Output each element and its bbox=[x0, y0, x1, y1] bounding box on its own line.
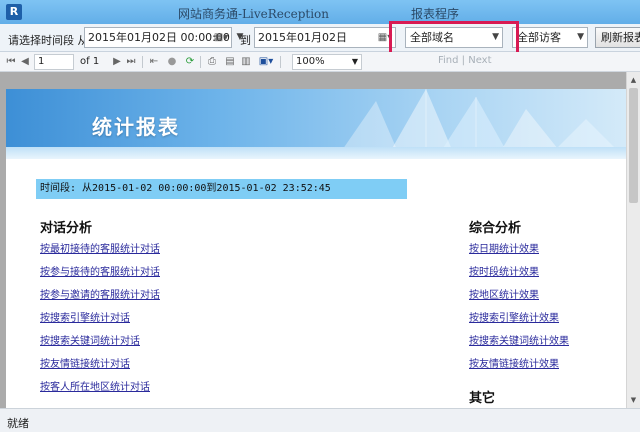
zoom-value: 100% bbox=[296, 56, 325, 67]
dialog-analysis-title: 对话分析 bbox=[40, 221, 93, 236]
print-icon[interactable]: ⎙ bbox=[206, 55, 218, 69]
banner-title: 统计报表 bbox=[92, 115, 180, 139]
overall-link[interactable]: 按时段统计效果 bbox=[469, 263, 539, 278]
dialog-link[interactable]: 按参与接待的客服统计对话 bbox=[40, 263, 160, 278]
overall-link[interactable]: 按日期统计效果 bbox=[469, 240, 539, 255]
report-page: 统计报表 时间段: 从2015-01-02 00:00:00到2015-01-0… bbox=[6, 89, 626, 408]
app-icon: R bbox=[6, 4, 22, 20]
overall-link[interactable]: 按搜索引擎统计效果 bbox=[469, 309, 559, 324]
scroll-thumb[interactable] bbox=[629, 88, 638, 203]
overall-analysis-title: 综合分析 bbox=[469, 221, 522, 236]
stop-icon[interactable]: ● bbox=[166, 55, 178, 69]
scroll-down-icon[interactable]: ▼ bbox=[627, 393, 640, 407]
separator bbox=[142, 56, 143, 68]
dialog-link[interactable]: 按友情链接统计对话 bbox=[40, 355, 130, 370]
separator bbox=[280, 56, 281, 68]
overall-link[interactable]: 按地区统计效果 bbox=[469, 286, 539, 301]
visitor-select-value: 全部访客 bbox=[517, 31, 561, 44]
dialog-link[interactable]: 按搜索引擎统计对话 bbox=[40, 309, 130, 324]
refresh-icon[interactable]: ⟳ bbox=[184, 55, 196, 69]
calendar-icon[interactable]: ▦▾ bbox=[213, 29, 229, 46]
visitor-select[interactable]: 全部访客 ▼ bbox=[512, 27, 588, 48]
find-next-links[interactable]: Find | Next bbox=[438, 55, 492, 66]
page-count: of 1 bbox=[80, 56, 100, 67]
refresh-report-button[interactable]: 刷新报表 bbox=[595, 27, 640, 48]
prev-page-icon[interactable]: ◀ bbox=[20, 55, 30, 69]
start-date-field[interactable]: 2015年01月02日 00:00:00 ▦▾ bbox=[84, 27, 232, 48]
banner-stripe bbox=[6, 147, 626, 159]
status-text: 就绪 bbox=[7, 417, 29, 430]
dialog-link[interactable]: 按参与邀请的客服统计对话 bbox=[40, 286, 160, 301]
title-bar: R 网站商务通-LiveReception 报表程序 bbox=[0, 0, 640, 24]
window-subtitle: 报表程序 bbox=[411, 7, 460, 21]
chevron-down-icon: ▼ bbox=[351, 57, 358, 66]
window-title: 网站商务通-LiveReception bbox=[178, 7, 329, 21]
report-banner: 统计报表 bbox=[6, 89, 626, 159]
dialog-link[interactable]: 按搜索关键词统计对话 bbox=[40, 332, 140, 347]
end-date-field[interactable]: 2015年01月02日 23:52:45 ▦▾ bbox=[254, 27, 396, 63]
dialog-link[interactable]: 按客人所在地区统计对话 bbox=[40, 378, 150, 393]
report-area: 统计报表 时间段: 从2015-01-02 00:00:00到2015-01-0… bbox=[0, 72, 640, 408]
scroll-up-icon[interactable]: ▲ bbox=[627, 73, 640, 87]
vertical-scrollbar[interactable]: ▲ ▼ bbox=[626, 72, 640, 408]
first-page-icon[interactable]: ⏮ bbox=[6, 55, 16, 69]
other-title: 其它 bbox=[469, 391, 496, 406]
viewer-toolbar: ⏮ ◀ 1 of 1 ▶ ⏭ ⇤ ● ⟳ ⎙ ▤ ▥ ▣▾ 100% ▼ Fin… bbox=[0, 52, 640, 72]
export-icon[interactable]: ▣▾ bbox=[258, 55, 274, 69]
overall-link[interactable]: 按友情链接统计效果 bbox=[469, 355, 559, 370]
start-date-value: 2015年01月02日 00:00:00 bbox=[88, 31, 230, 44]
zoom-select[interactable]: 100% ▼ bbox=[292, 54, 362, 70]
dialog-link[interactable]: 按最初接待的客服统计对话 bbox=[40, 240, 160, 255]
print-layout-icon[interactable]: ▤ bbox=[224, 55, 236, 69]
last-page-icon[interactable]: ⏭ bbox=[126, 55, 136, 69]
page-setup-icon[interactable]: ▥ bbox=[240, 55, 252, 69]
next-page-icon[interactable]: ▶ bbox=[112, 55, 122, 69]
to-label: 到 bbox=[240, 34, 251, 47]
time-range-label: 请选择时间段 从 bbox=[8, 34, 89, 47]
status-bar: 就绪 bbox=[0, 408, 640, 432]
back-icon[interactable]: ⇤ bbox=[148, 55, 160, 69]
chevron-down-icon: ▼ bbox=[577, 32, 584, 42]
time-period: 时间段: 从2015-01-02 00:00:00到2015-01-02 23:… bbox=[36, 179, 407, 199]
separator bbox=[200, 56, 201, 68]
page-number-input[interactable]: 1 bbox=[34, 54, 74, 70]
filter-toolbar: 请选择时间段 从 2015年01月02日 00:00:00 ▦▾ ▼ 到 201… bbox=[0, 24, 640, 63]
overall-link[interactable]: 按搜索关键词统计效果 bbox=[469, 332, 569, 347]
